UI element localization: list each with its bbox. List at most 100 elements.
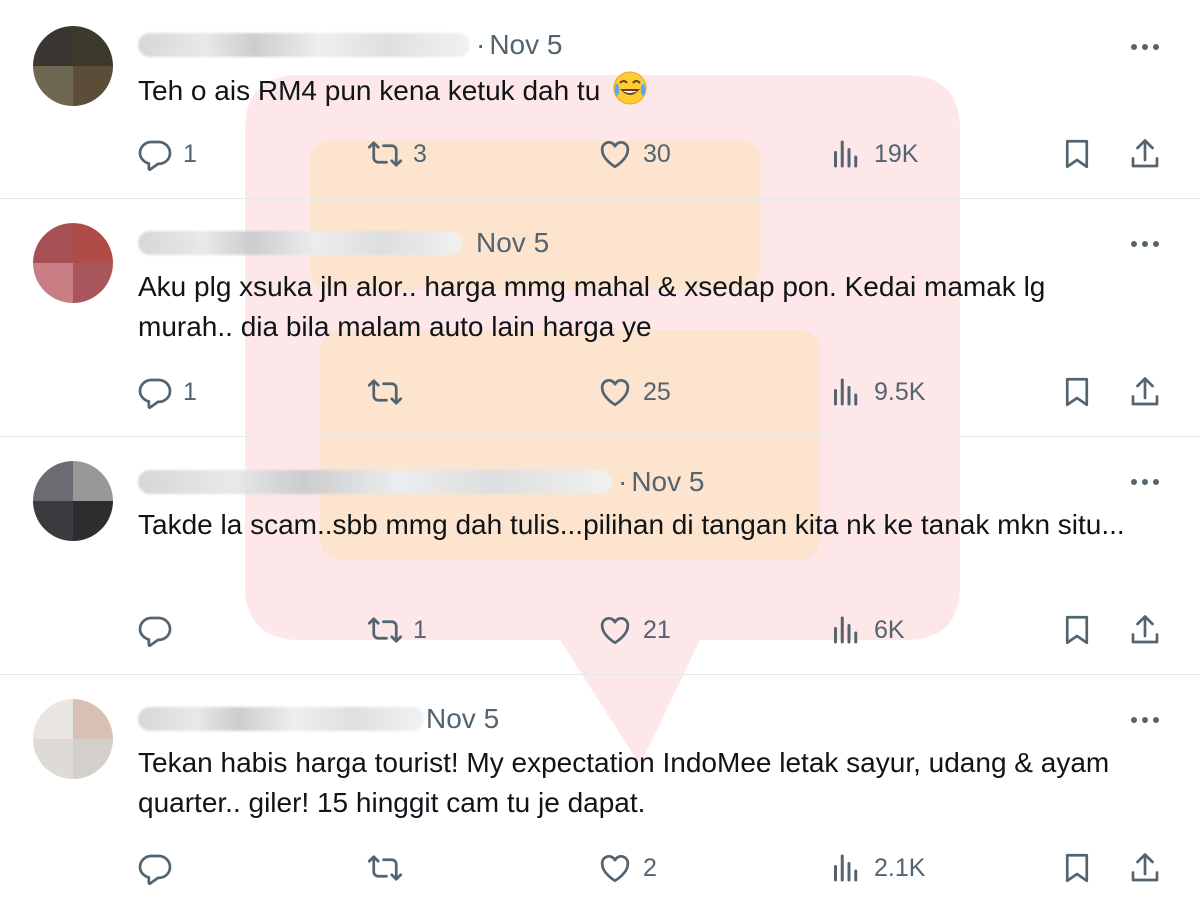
- avatar[interactable]: [33, 699, 113, 779]
- bookmark-button[interactable]: [1059, 134, 1095, 174]
- views-count: 6K: [874, 615, 905, 644]
- tweet-actions: 1 21 6K: [0, 610, 1200, 650]
- reply-icon: [138, 140, 172, 171]
- tweet-header: · Nov 5: [138, 465, 704, 499]
- heart-icon: [600, 141, 630, 169]
- tweet-date[interactable]: Nov 5: [426, 703, 499, 735]
- reply-feed: · Nov 5 Teh o ais RM4 pun kena ketuk dah…: [0, 0, 1200, 912]
- avatar-pixel: [33, 263, 73, 303]
- like-button[interactable]: 30: [597, 134, 671, 174]
- retweet-button[interactable]: [367, 848, 413, 888]
- reply-icon: [138, 378, 172, 409]
- avatar-pixel: [73, 263, 113, 303]
- bookmark-icon: [1065, 853, 1089, 883]
- separator-dot: ·: [618, 466, 628, 497]
- views-button[interactable]: 2.1K: [828, 848, 925, 888]
- like-count: 25: [643, 377, 671, 406]
- tweet[interactable]: · Nov 5 Takde la scam..sbb mmg dah tulis…: [0, 437, 1200, 675]
- retweet-button[interactable]: 1: [367, 610, 427, 650]
- reply-button[interactable]: [137, 610, 183, 650]
- avatar-pixel: [73, 223, 113, 263]
- separator-dot: ·: [476, 29, 486, 60]
- avatar[interactable]: [33, 461, 113, 541]
- views-button[interactable]: 19K: [828, 134, 918, 174]
- tweet-text: Takde la scam..sbb mmg dah tulis...pilih…: [138, 509, 1125, 540]
- reply-icon: [138, 616, 172, 647]
- tweet-text-content: Teh o ais RM4 pun kena ketuk dah tu: [138, 75, 601, 106]
- more-button[interactable]: [1130, 229, 1160, 259]
- tweet[interactable]: Nov 5 Tekan habis harga tourist! My expe…: [0, 675, 1200, 912]
- share-button[interactable]: [1127, 134, 1163, 174]
- tweet-text: Aku plg xsuka jln alor.. harga mmg mahal…: [138, 271, 1046, 342]
- like-button[interactable]: 21: [597, 610, 671, 650]
- avatar-pixel: [33, 223, 73, 263]
- analytics-bar-icon: [834, 854, 858, 882]
- more-button[interactable]: [1130, 467, 1160, 497]
- more-button[interactable]: [1130, 32, 1160, 62]
- avatar-pixel: [33, 26, 73, 66]
- views-count: 2.1K: [874, 853, 926, 882]
- avatar[interactable]: [33, 26, 113, 106]
- bookmark-button[interactable]: [1059, 372, 1095, 412]
- tweet-actions: 1 25 9.5K: [0, 372, 1200, 412]
- reply-count: 1: [183, 377, 197, 406]
- share-button[interactable]: [1127, 848, 1163, 888]
- retweet-icon: [367, 617, 403, 643]
- bookmark-icon: [1065, 377, 1089, 407]
- retweet-count: 1: [413, 615, 427, 644]
- tweet-header: Nov 5: [138, 702, 499, 736]
- bookmark-icon: [1065, 139, 1089, 169]
- blurred-username[interactable]: [138, 707, 424, 731]
- tweet[interactable]: Nov 5 Aku plg xsuka jln alor.. harga mmg…: [0, 199, 1200, 437]
- avatar-pixel: [73, 739, 113, 779]
- more-horizontal-icon: [1131, 479, 1159, 485]
- analytics-bar-icon: [834, 378, 858, 406]
- tweet-text: Tekan habis harga tourist! My expectatio…: [138, 747, 1110, 818]
- tweet-text: Teh o ais RM4 pun kena ketuk dah tu: [138, 70, 1148, 111]
- like-button[interactable]: 2: [597, 848, 657, 888]
- more-button[interactable]: [1130, 705, 1160, 735]
- bookmark-icon: [1065, 615, 1089, 645]
- views-button[interactable]: 9.5K: [828, 372, 925, 412]
- more-horizontal-icon: [1131, 717, 1159, 723]
- like-button[interactable]: 25: [597, 372, 671, 412]
- avatar-pixel: [73, 461, 113, 501]
- tweet[interactable]: · Nov 5 Teh o ais RM4 pun kena ketuk dah…: [0, 0, 1200, 199]
- retweet-button[interactable]: [367, 372, 413, 412]
- bookmark-button[interactable]: [1059, 848, 1095, 888]
- tweet-date[interactable]: Nov 5: [476, 227, 549, 259]
- retweet-count: 3: [413, 139, 427, 168]
- avatar-pixel: [33, 699, 73, 739]
- heart-icon: [600, 379, 630, 407]
- retweet-icon: [367, 141, 403, 167]
- avatar-pixel: [73, 699, 113, 739]
- avatar-pixel: [33, 501, 73, 541]
- retweet-button[interactable]: 3: [367, 134, 427, 174]
- blurred-username[interactable]: [138, 33, 470, 57]
- tweet-actions: 2 2.1K: [0, 848, 1200, 888]
- views-button[interactable]: 6K: [828, 610, 905, 650]
- tweet-date[interactable]: Nov 5: [489, 29, 562, 61]
- share-upload-icon: [1131, 377, 1159, 406]
- blurred-username[interactable]: [138, 470, 612, 494]
- share-button[interactable]: [1127, 610, 1163, 650]
- share-upload-icon: [1131, 853, 1159, 882]
- avatar-pixel: [33, 739, 73, 779]
- reply-button[interactable]: 1: [137, 134, 197, 174]
- reply-button[interactable]: 1: [137, 372, 197, 412]
- analytics-bar-icon: [834, 616, 858, 644]
- reply-button[interactable]: [137, 848, 183, 888]
- avatar-pixel: [33, 461, 73, 501]
- bookmark-button[interactable]: [1059, 610, 1095, 650]
- avatar[interactable]: [33, 223, 113, 303]
- tweet-header: Nov 5: [138, 226, 549, 260]
- tweet-date[interactable]: Nov 5: [631, 466, 704, 498]
- like-count: 21: [643, 615, 671, 644]
- blurred-username[interactable]: [138, 231, 462, 255]
- heart-icon: [600, 617, 630, 645]
- views-count: 9.5K: [874, 377, 926, 406]
- share-button[interactable]: [1127, 372, 1163, 412]
- share-upload-icon: [1131, 615, 1159, 644]
- avatar-pixel: [33, 66, 73, 106]
- retweet-icon: [367, 379, 403, 405]
